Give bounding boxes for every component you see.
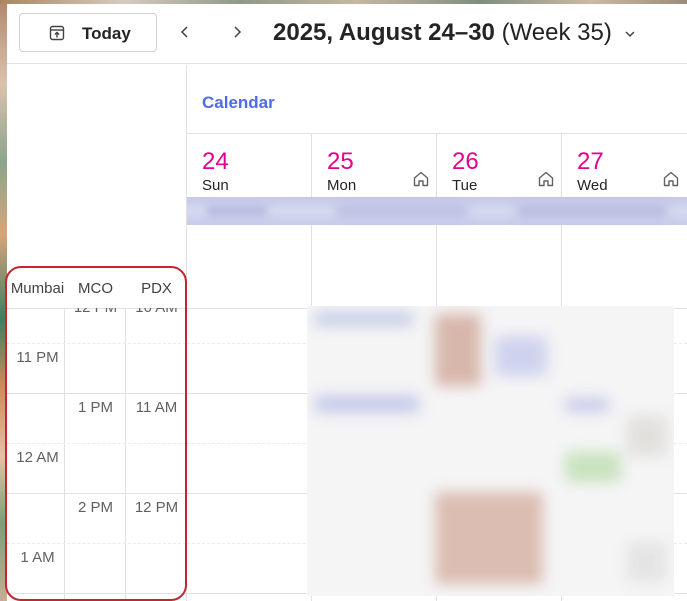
calendar-toolbar: Today 2025, August 24–30 (Week 35) (7, 4, 687, 64)
timezone-header-mumbai[interactable]: Mumbai (7, 280, 68, 297)
home-work-location-icon[interactable] (661, 169, 681, 189)
week-number-text: (Week 35) (501, 19, 612, 46)
blurred-event[interactable] (435, 492, 543, 584)
blurred-event[interactable] (627, 542, 667, 582)
pdx-time-label: 12 PM (134, 499, 179, 516)
next-week-button[interactable] (223, 18, 251, 46)
previous-week-button[interactable] (171, 18, 199, 46)
today-button-label: Today (82, 24, 131, 43)
chevron-left-icon (180, 26, 188, 38)
clipped-time-row: 12 PM 10 AM (7, 308, 186, 320)
blurred-event (207, 205, 267, 217)
blurred-event[interactable] (565, 398, 609, 412)
mumbai-time-label: 11 PM (16, 349, 59, 366)
grid-line (7, 493, 186, 494)
grid-line (7, 343, 186, 344)
grid-line (7, 543, 186, 544)
blurred-event[interactable] (315, 396, 419, 412)
grid-line (125, 308, 126, 601)
today-button[interactable]: Today (19, 13, 157, 52)
mco-time-label: 2 PM (77, 499, 113, 516)
day-number: 26 (452, 148, 479, 175)
time-zone-rail: Mumbai MCO PDX 12 PM 10 AM 11 PM 1 PM 11… (7, 65, 187, 601)
blurred-event (337, 205, 467, 217)
date-range-title[interactable]: 2025, August 24–30 (Week 35) (273, 19, 612, 47)
timezone-header-pdx[interactable]: PDX (126, 280, 187, 297)
chevron-right-icon (234, 26, 242, 38)
blurred-event[interactable] (435, 314, 481, 386)
day-weekday: Wed (577, 177, 608, 194)
day-weekday: Tue (452, 177, 478, 194)
blurred-event[interactable] (495, 336, 547, 376)
date-range-text: 2025, August 24–30 (273, 19, 495, 46)
calendar-name[interactable]: Calendar (202, 93, 275, 113)
timezone-grid: 12 PM 10 AM 11 PM 1 PM 11 AM 12 AM 2 PM … (7, 308, 186, 601)
blurred-event[interactable] (315, 312, 413, 326)
day-number: 24 (202, 148, 229, 175)
grid-line (7, 443, 186, 444)
blurred-event[interactable] (627, 416, 667, 456)
chevron-down-icon[interactable] (623, 27, 637, 41)
pdx-time-label: 11 AM (135, 399, 178, 416)
timezone-header-mco[interactable]: MCO (65, 280, 126, 297)
day-number: 25 (327, 148, 354, 175)
mco-time-label: 12 PM (65, 308, 126, 316)
home-work-location-icon[interactable] (536, 169, 556, 189)
calendar-today-icon (49, 25, 65, 41)
week-view: Calendar 24 Sun 25 Mon 26 Tue 27 Wed (187, 65, 687, 601)
blurred-event (517, 205, 667, 217)
home-work-location-icon[interactable] (411, 169, 431, 189)
mumbai-time-label: 12 AM (16, 449, 59, 466)
all-day-events-band[interactable] (187, 197, 687, 225)
desktop-wallpaper-strip (0, 0, 7, 601)
pdx-time-label: 10 AM (126, 308, 186, 316)
blurred-events-region (307, 306, 674, 596)
grid-line (7, 593, 186, 594)
mco-time-label: 1 PM (77, 399, 113, 416)
mumbai-time-label: 1 AM (20, 549, 55, 566)
day-weekday: Sun (202, 177, 229, 194)
blurred-event[interactable] (565, 452, 621, 482)
day-number: 27 (577, 148, 604, 175)
divider (187, 133, 687, 134)
grid-line (7, 393, 186, 394)
day-weekday: Mon (327, 177, 357, 194)
